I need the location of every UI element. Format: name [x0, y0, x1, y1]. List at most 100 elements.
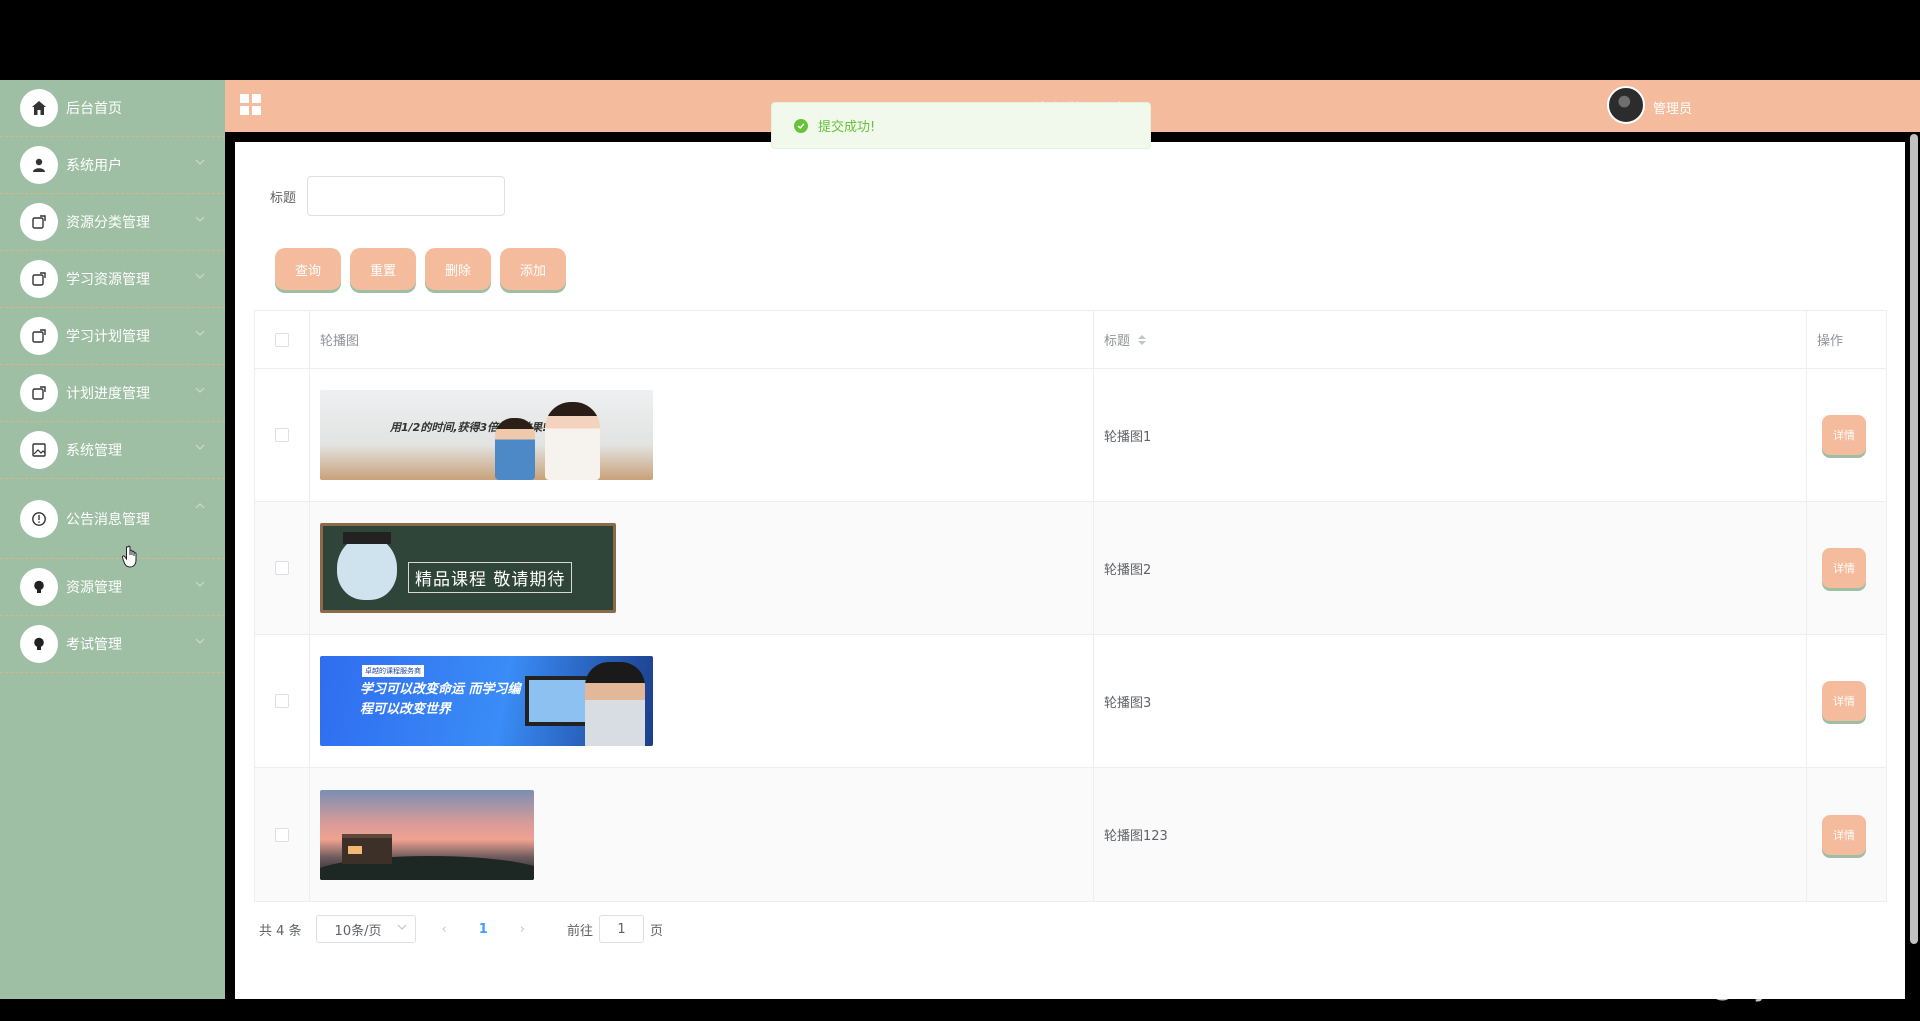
user-icon	[20, 146, 58, 184]
user-name[interactable]: 管理员	[1653, 98, 1692, 117]
table-row: 卓越的课程服务商 学习可以改变命运 而学习编程可以改变世界 轮播图3 详情	[255, 635, 1886, 768]
banner-figure	[495, 418, 535, 480]
detail-button[interactable]: 详情	[1822, 814, 1866, 855]
sidebar-item-home[interactable]: 后台首页	[0, 80, 225, 137]
title-filter-label: 标题	[270, 190, 297, 206]
next-page-icon[interactable]: ›	[520, 922, 525, 937]
chevron-down-icon	[195, 581, 205, 587]
page-number-current[interactable]: 1	[479, 922, 488, 937]
total-count: 共 4 条	[259, 923, 302, 939]
row-checkbox[interactable]	[275, 561, 289, 575]
sidebar-item-label: 后台首页	[66, 101, 122, 117]
sidebar-item-label: 资源分类管理	[66, 215, 150, 231]
sidebar-item-label: 系统管理	[66, 443, 122, 459]
toolbar: 查询 重置 删除 添加	[275, 248, 575, 290]
sidebar-item-label: 学习资源管理	[66, 272, 150, 288]
sidebar-item-system-management[interactable]: 系统管理	[0, 422, 225, 479]
chevron-down-icon	[195, 330, 205, 336]
banner-owl	[337, 532, 397, 600]
success-toast: 提交成功!	[771, 102, 1151, 149]
sidebar: 后台首页 系统用户 资源分类管理 学习资源管理 学习计划管理 计划进度管理 系统…	[0, 80, 225, 999]
check-circle-icon	[794, 118, 808, 133]
table-row: 精品课程 敬请期待 轮播图2 详情	[255, 502, 1886, 635]
toast-message: 提交成功!	[818, 120, 876, 135]
sidebar-item-announcements[interactable]: 公告消息管理	[0, 479, 225, 559]
reset-button[interactable]: 重置	[350, 248, 417, 290]
sidebar-item-label: 公告消息管理	[66, 511, 150, 528]
query-button[interactable]: 查询	[275, 248, 342, 290]
bulb-icon	[20, 625, 58, 663]
sidebar-item-exam-management[interactable]: 考试管理	[0, 616, 225, 673]
chevron-up-icon	[195, 503, 205, 509]
detail-button[interactable]: 详情	[1822, 415, 1866, 455]
banner-figure	[545, 402, 600, 480]
page-size-value: 10条/页	[334, 923, 382, 939]
chevron-down-icon	[195, 159, 205, 165]
banner-text: 学习可以改变命运 而学习编程可以改变世界	[360, 682, 521, 717]
column-header-image: 轮播图	[310, 311, 1094, 368]
main-content: 标题 查询 重置 删除 添加 轮播图 标题 操作 用1/2的时间,获得3倍提分效…	[235, 142, 1905, 999]
avatar[interactable]	[1607, 86, 1645, 124]
row-checkbox[interactable]	[275, 694, 289, 708]
hand-cursor-icon	[122, 545, 137, 568]
chevron-down-icon	[195, 444, 205, 450]
detail-button[interactable]: 详情	[1822, 548, 1866, 588]
sidebar-item-plan-progress[interactable]: 计划进度管理	[0, 365, 225, 422]
banner-figure	[585, 662, 645, 746]
sort-icon[interactable]	[1138, 334, 1147, 345]
row-checkbox[interactable]	[275, 428, 289, 442]
folder-icon	[20, 260, 58, 298]
sidebar-item-label: 系统用户	[66, 158, 122, 174]
banner-image	[320, 789, 534, 880]
image-icon	[20, 431, 58, 469]
vertical-scrollbar[interactable]	[1910, 134, 1918, 944]
pagination: 共 4 条 10条/页 ‹ 1 › 前往 页	[259, 915, 663, 943]
sidebar-item-study-plans[interactable]: 学习计划管理	[0, 308, 225, 365]
bulb-icon	[20, 568, 58, 606]
sidebar-item-label: 资源管理	[66, 580, 122, 596]
table-row: 用1/2的时间,获得3倍提分效果! 轮播图1 详情	[255, 369, 1886, 502]
table-header: 轮播图 标题 操作	[255, 311, 1886, 369]
banner-text: 精品课程 敬请期待	[408, 562, 573, 593]
sidebar-item-resource-management[interactable]: 资源管理	[0, 559, 225, 616]
chevron-down-icon	[195, 387, 205, 393]
sidebar-item-label: 计划进度管理	[66, 386, 150, 402]
sidebar-item-system-users[interactable]: 系统用户	[0, 137, 225, 194]
banner-table: 轮播图 标题 操作 用1/2的时间,获得3倍提分效果! 轮播图1 详情 精品课程…	[254, 310, 1887, 902]
select-all-checkbox[interactable]	[275, 332, 289, 347]
goto-label: 前往	[567, 923, 594, 939]
chevron-down-icon	[195, 638, 205, 644]
chevron-down-icon	[195, 273, 205, 279]
column-header-title-label: 标题	[1104, 334, 1131, 349]
home-icon	[20, 89, 58, 127]
row-title: 轮播图3	[1094, 635, 1807, 767]
row-title: 轮播图2	[1094, 502, 1807, 634]
page-suffix: 页	[650, 923, 664, 939]
folder-icon	[20, 317, 58, 355]
goto-page-input[interactable]	[599, 915, 645, 943]
folder-icon	[20, 203, 58, 241]
sidebar-item-learning-resources[interactable]: 学习资源管理	[0, 251, 225, 308]
folder-icon	[20, 374, 58, 412]
delete-button[interactable]: 删除	[425, 248, 492, 290]
sidebar-item-resource-category[interactable]: 资源分类管理	[0, 194, 225, 251]
info-icon	[20, 499, 58, 538]
chevron-down-icon	[195, 216, 205, 222]
column-header-title[interactable]: 标题	[1094, 311, 1807, 368]
banner-image: 卓越的课程服务商 学习可以改变命运 而学习编程可以改变世界	[320, 656, 653, 746]
prev-page-icon[interactable]: ‹	[442, 922, 447, 937]
page-size-select[interactable]: 10条/页	[315, 915, 416, 943]
row-title: 轮播图123	[1094, 768, 1807, 901]
title-search-input[interactable]	[307, 176, 506, 216]
row-title: 轮播图1	[1094, 369, 1807, 501]
banner-image: 用1/2的时间,获得3倍提分效果!	[320, 390, 653, 480]
add-button[interactable]: 添加	[500, 248, 567, 290]
detail-button[interactable]: 详情	[1822, 681, 1866, 721]
table-row: 轮播图123 详情	[255, 768, 1886, 901]
sidebar-item-label: 学习计划管理	[66, 329, 150, 345]
row-checkbox[interactable]	[275, 827, 289, 842]
banner-tag: 卓越的课程服务商	[362, 665, 424, 677]
banner-house	[342, 833, 392, 864]
watermark: CSDN @kybs1991	[1612, 968, 1883, 1003]
banner-image: 精品课程 敬请期待	[320, 523, 616, 613]
